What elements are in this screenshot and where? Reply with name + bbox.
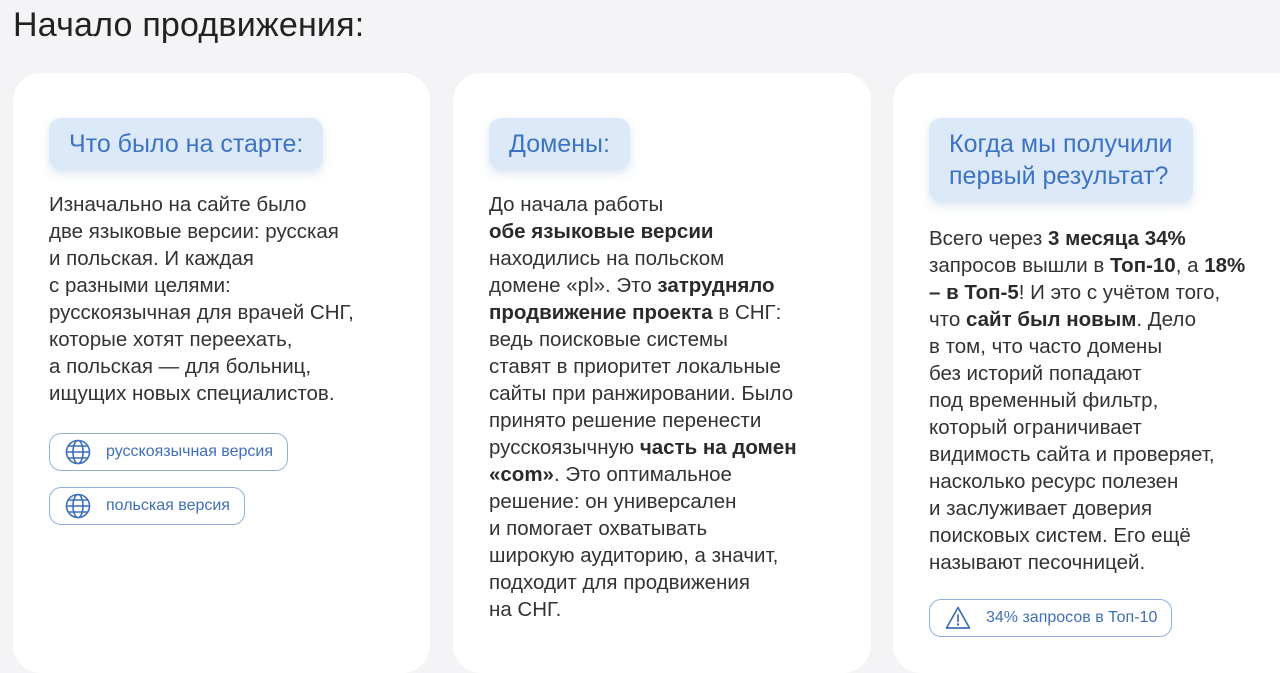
- page-title: Начало продвижения:: [13, 6, 365, 44]
- emphasis-text: 3 месяца 34%: [1047, 227, 1186, 250]
- globe-icon: [65, 493, 91, 519]
- body-text: , а: [1175, 254, 1205, 277]
- card-heading: Когда мы получили первый результат?: [929, 118, 1193, 202]
- body-text: . Дело в том, что часто домены без истор…: [929, 308, 1215, 574]
- card-paragraph: До начала работы обе языковые версии нах…: [489, 191, 797, 623]
- emphasis-text: сайт был новым: [965, 308, 1137, 331]
- button-label: 34% запросов в Топ-10: [986, 609, 1158, 626]
- polish-version-button[interactable]: польская версия: [49, 487, 245, 525]
- emphasis-text: Топ-10: [1109, 254, 1176, 277]
- globe-icon: [65, 439, 91, 465]
- emphasis-text: обе языковые версии: [489, 220, 714, 243]
- body-text: До начала работы: [489, 193, 664, 216]
- warning-triangle-icon: [945, 606, 971, 629]
- body-text: запросов вышли в: [929, 254, 1105, 277]
- body-text: Всего через: [929, 227, 1048, 250]
- card-paragraph: Всего через 3 месяца 34% запросов вышли …: [929, 225, 1245, 576]
- card-heading: Что было на старте:: [49, 118, 324, 170]
- card-domains: Домены: До начала работы обе языковые ве…: [453, 73, 871, 673]
- top10-result-button[interactable]: 34% запросов в Топ-10: [929, 599, 1173, 637]
- body-text: . Это оптимальное решение: он универсале…: [489, 463, 779, 621]
- card-heading: Домены:: [489, 118, 630, 170]
- button-label: русскоязычная версия: [106, 443, 274, 460]
- body-text: Изначально на сайте было две языковые ве…: [49, 193, 354, 405]
- russian-version-button[interactable]: русскоязычная версия: [49, 433, 289, 471]
- card-first-result: Когда мы получили первый результат? Всег…: [893, 73, 1280, 673]
- button-label: польская версия: [106, 497, 230, 514]
- card-paragraph: Изначально на сайте было две языковые ве…: [49, 191, 354, 407]
- card-start-state: Что было на старте: Изначально на сайте …: [13, 73, 430, 673]
